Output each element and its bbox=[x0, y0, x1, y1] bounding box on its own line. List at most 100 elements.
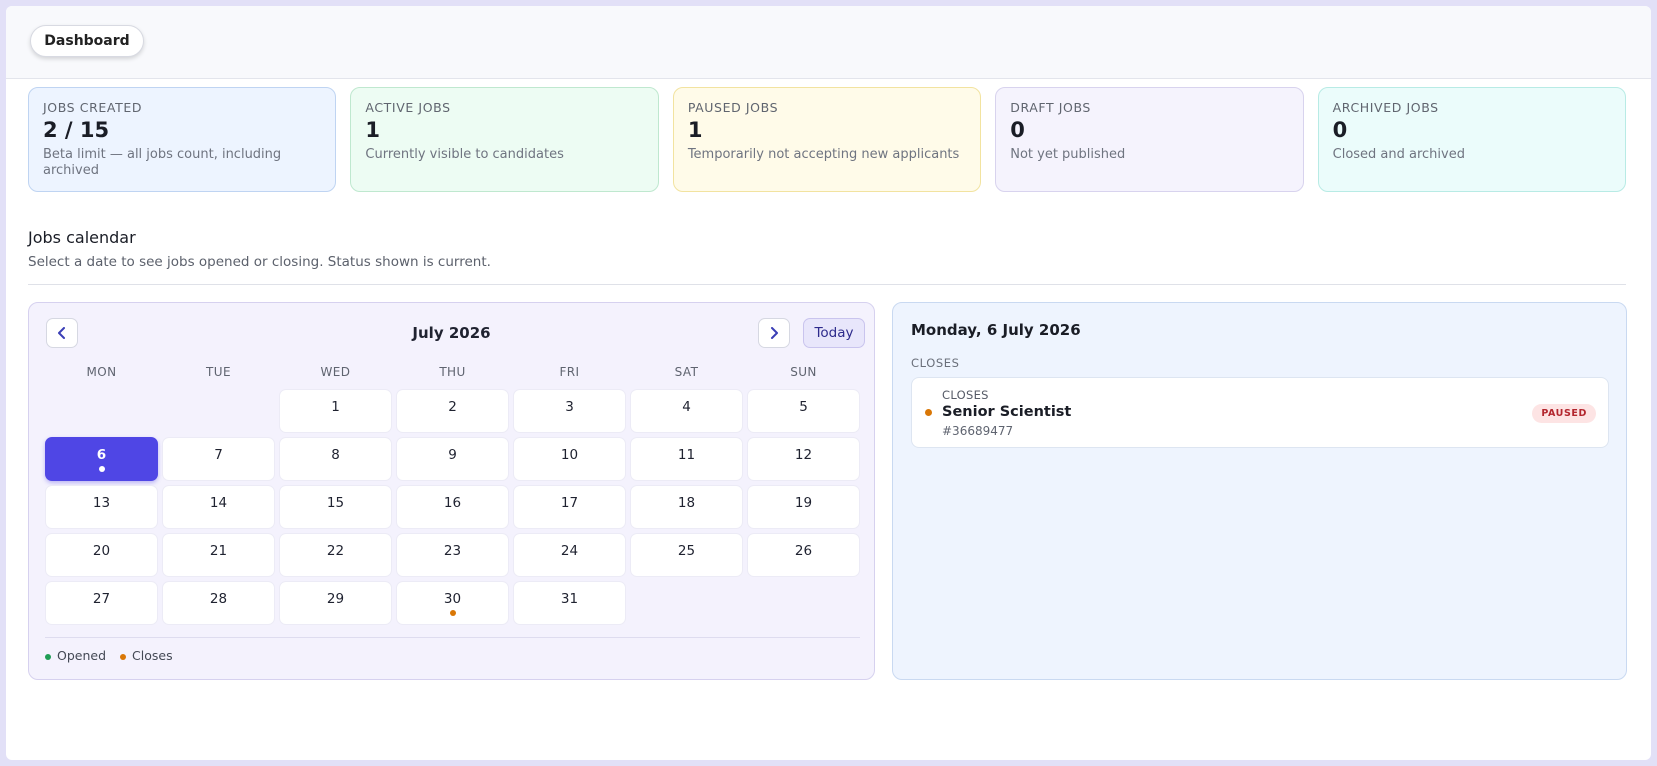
stat-value: 1 bbox=[365, 118, 381, 142]
day-number: 10 bbox=[560, 447, 579, 463]
day-number: 7 bbox=[214, 447, 223, 463]
section-divider bbox=[28, 284, 1626, 285]
calendar-day-10[interactable]: 10 bbox=[513, 437, 626, 481]
chevron-right-icon bbox=[771, 327, 778, 339]
day-number: 19 bbox=[794, 495, 813, 511]
day-number: 21 bbox=[209, 543, 228, 559]
day-number: 30 bbox=[443, 591, 462, 607]
stat-description: Currently visible to candidates bbox=[365, 147, 564, 162]
section-title: Jobs calendar bbox=[28, 228, 136, 247]
calendar-day-17[interactable]: 17 bbox=[513, 485, 626, 529]
stat-card-draft-jobs: DRAFT JOBS 0 Not yet published bbox=[995, 87, 1304, 192]
weekday-label: MON bbox=[86, 365, 117, 379]
calendar-day-21[interactable]: 21 bbox=[162, 533, 275, 577]
weekday-label: TUE bbox=[206, 365, 231, 379]
calendar-day-12[interactable]: 12 bbox=[747, 437, 860, 481]
stat-description: Beta limit — all jobs count, including a… bbox=[43, 147, 282, 178]
calendar-day-5[interactable]: 5 bbox=[747, 389, 860, 433]
calendar-day-9[interactable]: 9 bbox=[396, 437, 509, 481]
calendar-day-31[interactable]: 31 bbox=[513, 581, 626, 625]
stat-value: 1 bbox=[687, 118, 703, 142]
calendar-day-20[interactable]: 20 bbox=[45, 533, 158, 577]
group-label: CLOSES bbox=[911, 356, 960, 370]
stat-card-active-jobs: ACTIVE JOBS 1 Currently visible to candi… bbox=[350, 87, 659, 192]
calendar-legend: Opened Closes bbox=[45, 648, 173, 663]
stat-value: 0 bbox=[1332, 118, 1348, 142]
stat-card-jobs-created: JOBS CREATED 2 / 15 Beta limit — all job… bbox=[28, 87, 337, 192]
dashboard-button[interactable]: Dashboard bbox=[30, 25, 144, 57]
weekday-header: MON TUE WED THU FRI SAT SUN bbox=[45, 365, 860, 379]
next-month-button[interactable] bbox=[758, 318, 790, 348]
calendar-day-19[interactable]: 19 bbox=[747, 485, 860, 529]
calendar-day-28[interactable]: 28 bbox=[162, 581, 275, 625]
calendar-day-7[interactable]: 7 bbox=[162, 437, 275, 481]
calendar-day-22[interactable]: 22 bbox=[279, 533, 392, 577]
calendar-day-6[interactable]: 6 bbox=[45, 437, 158, 481]
day-number: 23 bbox=[443, 543, 462, 559]
stat-description: Not yet published bbox=[1010, 147, 1126, 162]
calendar-panel: July 2026 Today MON TUE WED THU FRI SAT SUN 12… bbox=[28, 302, 875, 680]
legend-label: Opened bbox=[57, 648, 107, 663]
calendar-day-3[interactable]: 3 bbox=[513, 389, 626, 433]
calendar-day-14[interactable]: 14 bbox=[162, 485, 275, 529]
calendar-day-29[interactable]: 29 bbox=[279, 581, 392, 625]
job-card[interactable]: CLOSES Senior Scientist #36689477 PAUSED bbox=[911, 377, 1609, 448]
stats-row: JOBS CREATED 2 / 15 Beta limit — all job… bbox=[28, 87, 1627, 192]
stat-label: ARCHIVED JOBS bbox=[1332, 100, 1439, 115]
stat-label: ACTIVE JOBS bbox=[365, 100, 451, 115]
day-number: 12 bbox=[794, 447, 813, 463]
calendar-day-23[interactable]: 23 bbox=[396, 533, 509, 577]
day-number: 14 bbox=[209, 495, 228, 511]
prev-month-button[interactable] bbox=[46, 318, 78, 348]
day-number: 2 bbox=[448, 399, 457, 415]
day-number: 29 bbox=[326, 591, 345, 607]
day-detail-panel: Monday, 6 July 2026 CLOSES CLOSES Senior… bbox=[892, 302, 1627, 680]
day-number: 6 bbox=[96, 447, 107, 463]
calendar-day-18[interactable]: 18 bbox=[630, 485, 743, 529]
weekday-label: SAT bbox=[674, 365, 699, 379]
chevron-left-icon bbox=[58, 327, 65, 339]
stat-card-paused-jobs: PAUSED JOBS 1 Temporarily not accepting … bbox=[672, 87, 982, 192]
calendar-day-15[interactable]: 15 bbox=[279, 485, 392, 529]
calendar-day-16[interactable]: 16 bbox=[396, 485, 509, 529]
closes-dot-icon bbox=[925, 409, 932, 416]
calendar-day-11[interactable]: 11 bbox=[630, 437, 743, 481]
weekday-label: FRI bbox=[559, 365, 580, 379]
day-number: 4 bbox=[682, 399, 691, 415]
stat-value: 2 / 15 bbox=[43, 118, 110, 142]
calendar-day-24[interactable]: 24 bbox=[513, 533, 626, 577]
day-number: 15 bbox=[326, 495, 345, 511]
stat-description: Temporarily not accepting new applicants bbox=[687, 147, 960, 162]
day-number: 5 bbox=[799, 399, 808, 415]
calendar-day-26[interactable]: 26 bbox=[747, 533, 860, 577]
calendar-day-8[interactable]: 8 bbox=[279, 437, 392, 481]
calendar-day-1[interactable]: 1 bbox=[279, 389, 392, 433]
today-button[interactable]: Today bbox=[803, 318, 865, 348]
day-number: 1 bbox=[331, 399, 340, 415]
legend-item-closes: Closes bbox=[120, 648, 173, 663]
app-frame: Dashboard JOBS CREATED 2 / 15 Beta limit… bbox=[6, 6, 1651, 760]
calendar-day-4[interactable]: 4 bbox=[630, 389, 743, 433]
month-label: July 2026 bbox=[412, 324, 491, 342]
day-number: 28 bbox=[209, 591, 228, 607]
calendar-day-25[interactable]: 25 bbox=[630, 533, 743, 577]
calendar-day-2[interactable]: 2 bbox=[396, 389, 509, 433]
job-event-type: CLOSES bbox=[942, 388, 989, 402]
day-number: 20 bbox=[92, 543, 111, 559]
calendar-day-13[interactable]: 13 bbox=[45, 485, 158, 529]
day-number: 18 bbox=[677, 495, 696, 511]
day-number: 22 bbox=[326, 543, 345, 559]
legend-item-opened: Opened bbox=[45, 648, 106, 663]
top-bar: Dashboard bbox=[6, 6, 1651, 79]
selected-date-label: Monday, 6 July 2026 bbox=[911, 321, 1081, 339]
closes-dot-icon bbox=[449, 610, 456, 616]
stat-label: JOBS CREATED bbox=[43, 100, 143, 115]
legend-dot-icon bbox=[45, 653, 51, 660]
stat-card-archived-jobs: ARCHIVED JOBS 0 Closed and archived bbox=[1317, 87, 1627, 192]
day-number: 11 bbox=[677, 447, 696, 463]
calendar-day-30[interactable]: 30 bbox=[396, 581, 509, 625]
stat-description: Closed and archived bbox=[1332, 147, 1465, 162]
calendar-day-27[interactable]: 27 bbox=[45, 581, 158, 625]
stat-label: DRAFT JOBS bbox=[1010, 100, 1091, 115]
day-number: 25 bbox=[677, 543, 696, 559]
